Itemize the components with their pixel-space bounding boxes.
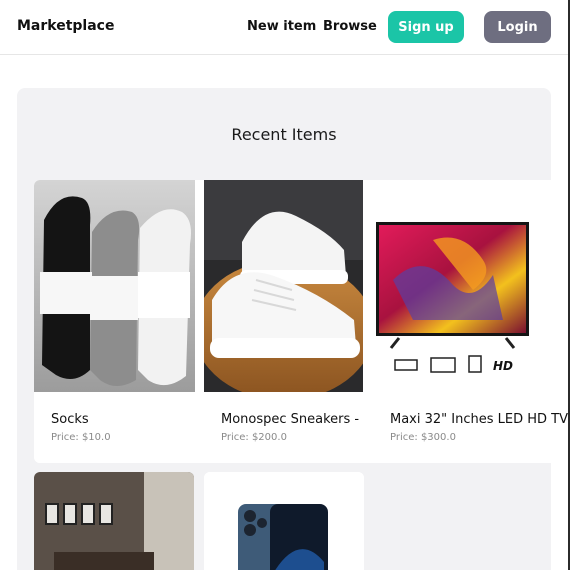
section-title: Recent Items (231, 125, 337, 144)
sneakers-photo[interactable] (204, 180, 363, 392)
page: Marketplace New item Browse Sign up Logi… (0, 0, 570, 570)
top-navbar: Marketplace New item Browse Sign up Logi… (0, 0, 568, 55)
login-button[interactable]: Login (484, 11, 551, 43)
item-card-sneakers[interactable]: Monospec Sneakers - W Price: $200.0 (204, 180, 363, 463)
item-price: Price: $300.0 (390, 432, 456, 443)
item-name[interactable]: Maxi 32" Inches LED HD TV (390, 412, 568, 427)
svg-text:HD: HD (493, 359, 513, 373)
tv-photo[interactable]: HD (373, 180, 568, 392)
item-card-phone[interactable] (204, 472, 364, 570)
item-price: Price: $10.0 (51, 432, 111, 443)
item-card-bedroom[interactable] (34, 472, 194, 570)
signup-button[interactable]: Sign up (388, 11, 464, 43)
item-card-tv[interactable]: HD Maxi 32" Inches LED HD TV Price: $300… (373, 180, 568, 463)
socks-photo[interactable] (34, 180, 195, 392)
nav-browse-link[interactable]: Browse (323, 19, 377, 34)
phone-photo[interactable] (204, 472, 364, 570)
item-name[interactable]: Monospec Sneakers - W (221, 412, 363, 427)
item-card-socks[interactable]: Socks Price: $10.0 (34, 180, 195, 463)
brand-logo-text[interactable]: Marketplace (17, 18, 114, 34)
item-price: Price: $200.0 (221, 432, 287, 443)
bedroom-photo[interactable] (34, 472, 194, 570)
item-name[interactable]: Socks (51, 412, 89, 427)
nav-new-item-link[interactable]: New item (247, 19, 316, 34)
